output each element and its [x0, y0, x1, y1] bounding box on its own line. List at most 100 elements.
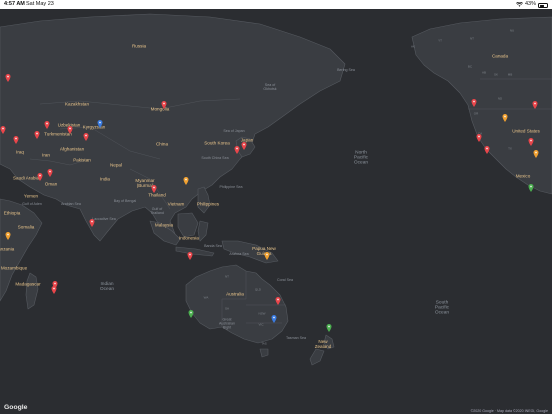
region-label-or: OR [473, 111, 479, 116]
wifi-icon [516, 2, 523, 7]
country-label-ethiopia: Ethiopia [3, 210, 21, 216]
water-label-philippine-sea: Philippine Sea [219, 185, 243, 190]
philippines-landmass [197, 186, 211, 214]
map-pin-green-icon[interactable] [188, 305, 194, 318]
map-pin-red-icon[interactable] [47, 164, 53, 177]
map-pin-red-icon[interactable] [484, 141, 490, 154]
map-pin-red-icon[interactable] [151, 180, 157, 193]
status-bar: 4:57 AM Sat May 23 43% [0, 0, 552, 9]
region-label-nsw: NSW [258, 311, 266, 316]
map-pin-red-icon[interactable] [161, 96, 167, 109]
country-label-nepal: Nepal [109, 162, 123, 168]
new-zealand-south-landmass [309, 348, 325, 366]
water-label-coral-sea: Coral Sea [277, 278, 293, 283]
country-label-indonesia: Indonesia [179, 235, 199, 241]
map-pin-red-icon[interactable] [471, 94, 477, 107]
water-label-south-china-sea: South China Sea [201, 156, 229, 161]
region-label-wa: WA [203, 295, 209, 300]
country-label-saudi-arabia: Saudi Arabia [12, 175, 40, 181]
country-label-malaysia: Malaysia [154, 222, 174, 228]
country-label-afghanistan: Afghanistan [59, 146, 85, 152]
country-label-mongolia: Mongolia [150, 106, 170, 112]
map-pin-red-icon[interactable] [275, 292, 281, 305]
map-pin-orange-icon[interactable] [5, 227, 11, 240]
water-label-gulf-of-thailand: Gulf of Thailand [150, 207, 164, 215]
region-label-ak: AK [410, 44, 416, 49]
status-right: 43% [516, 0, 548, 9]
ocean-label-north-pacific-ocean: North Pacific Ocean [353, 150, 369, 166]
map-pin-red-icon[interactable] [89, 214, 95, 227]
map-pin-blue-icon[interactable] [271, 310, 277, 323]
map-pin-red-icon[interactable] [44, 116, 50, 129]
map-pin-red-icon[interactable] [187, 247, 193, 260]
water-label-sea-of-japan: Sea of Japan [223, 129, 245, 134]
map-pin-orange-icon[interactable] [183, 172, 189, 185]
water-label-great-australian-bight: Great Australian Bight [219, 317, 235, 329]
country-label-iran: Iran [42, 152, 50, 158]
borneo-landmass [177, 212, 199, 238]
map-pin-red-icon[interactable] [13, 131, 19, 144]
country-label-thailand: Thailand [148, 192, 166, 198]
water-label-gulf-of-aden: Gulf of Aden [22, 202, 42, 207]
map-pin-red-icon[interactable] [234, 141, 240, 154]
map-pin-orange-icon[interactable] [533, 145, 539, 158]
region-label-sk: SK [493, 72, 499, 77]
map-pin-red-icon[interactable] [532, 96, 538, 109]
water-label-bay-of-bengal: Bay of Bengal [113, 199, 137, 204]
map-pin-green-icon[interactable] [326, 319, 332, 332]
map-pin-red-icon[interactable] [37, 168, 43, 181]
region-label-tas: TAS [261, 341, 267, 346]
map-pin-red-icon[interactable] [51, 281, 57, 294]
country-label-russia: Russia [131, 43, 147, 49]
water-label-banda-sea: Banda Sea [204, 244, 222, 249]
country-label-new-zealand: New Zealand [314, 339, 332, 349]
region-label-sa: SA [224, 306, 230, 311]
map-pin-red-icon[interactable] [241, 137, 247, 150]
map-pin-red-icon[interactable] [528, 133, 534, 146]
map-attribution[interactable]: ©2020 Google · Map data ©2020 INEGI, Goo… [471, 409, 548, 413]
water-label-bering-sea: Bering Sea [337, 68, 355, 73]
region-label-nu: NU [509, 28, 515, 33]
map-pin-red-icon[interactable] [67, 121, 73, 134]
country-label-yemen: Yemen [23, 193, 39, 199]
country-label-madagascar: Madagascar [15, 281, 41, 287]
country-label-australia: Australia [226, 291, 244, 297]
water-label-arabian-sea: Arabian Sea [61, 202, 81, 207]
map-pin-red-icon[interactable] [83, 128, 89, 141]
map-land-layer [0, 13, 552, 366]
map-pin-red-icon[interactable] [34, 126, 40, 139]
water-label-tasman-sea: Tasman Sea [286, 336, 306, 341]
status-date: Sat May 23 [26, 1, 54, 7]
country-label-pakistan: Pakistan [73, 157, 91, 163]
map-pin-orange-icon[interactable] [264, 247, 270, 260]
water-label-arafura-sea: Arafura Sea [229, 252, 249, 257]
sulawesi-landmass [197, 220, 209, 242]
map-pin-orange-icon[interactable] [502, 109, 508, 122]
ocean-label-south-pacific-ocean: South Pacific Ocean [434, 300, 450, 316]
ocean-label-indian-ocean: Indian Ocean [99, 281, 115, 292]
region-label-nt: NT [470, 36, 474, 41]
country-label-vietnam: Vietnam [167, 201, 185, 207]
region-label-nt-au: NT [225, 274, 229, 279]
region-label-bc: BC [467, 64, 473, 69]
map-pin-red-icon[interactable] [476, 129, 482, 142]
north-america-landmass [411, 16, 552, 195]
map-pin-red-icon[interactable] [5, 69, 11, 82]
country-label-united-states: United States [512, 128, 540, 134]
battery-icon [538, 3, 548, 8]
tasmania-landmass [259, 348, 269, 358]
map-pin-green-icon[interactable] [528, 179, 534, 192]
map-pin-blue-icon[interactable] [97, 115, 103, 128]
region-label-qld: QLD [254, 287, 262, 292]
country-label-philippines: Philippines [196, 201, 220, 207]
country-label-canada: Canada [491, 53, 509, 59]
region-label-yt: YT [438, 38, 442, 43]
map-pin-red-icon[interactable] [0, 121, 6, 134]
map-view[interactable]: Russia Kazakhstan Mongolia Uzbekistan Turkme… [0, 9, 552, 414]
water-label-sea-of-okhotsk: Sea of Okhotsk [263, 83, 277, 91]
madagascar-landmass [25, 272, 39, 310]
water-label-laccadive-sea: Laccadive Sea [92, 217, 116, 222]
country-label-somalia: Somalia [17, 224, 35, 230]
country-label-kazakhstan: Kazakhstan [64, 101, 90, 107]
australia-landmass [185, 264, 289, 344]
